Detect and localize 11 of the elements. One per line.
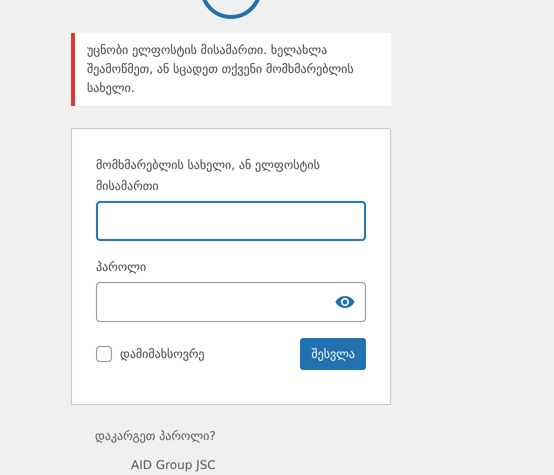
remember-label: დამიმახსოვრე xyxy=(120,347,205,361)
login-button[interactable]: შესვლა xyxy=(300,338,366,370)
lost-password-link[interactable]: დაკარგეთ პაროლი? xyxy=(95,429,391,443)
remember-checkbox[interactable] xyxy=(96,346,112,362)
username-label: მომხმარებლის სახელი, ან ელფოსტის მისამართი xyxy=(96,157,321,195)
error-message: უცნობი ელფოსტის მისამართი. ხელახლა შეამოწმეთ, ან სცადეთ თქვენი მომხმარებლის სახელი. xyxy=(87,42,355,97)
password-field[interactable] xyxy=(96,282,366,322)
back-to-site-link[interactable]: AID Group JSC xyxy=(131,458,391,472)
password-label: პაროლი xyxy=(96,259,148,276)
eye-icon[interactable] xyxy=(335,295,355,309)
username-field[interactable] xyxy=(96,201,366,241)
